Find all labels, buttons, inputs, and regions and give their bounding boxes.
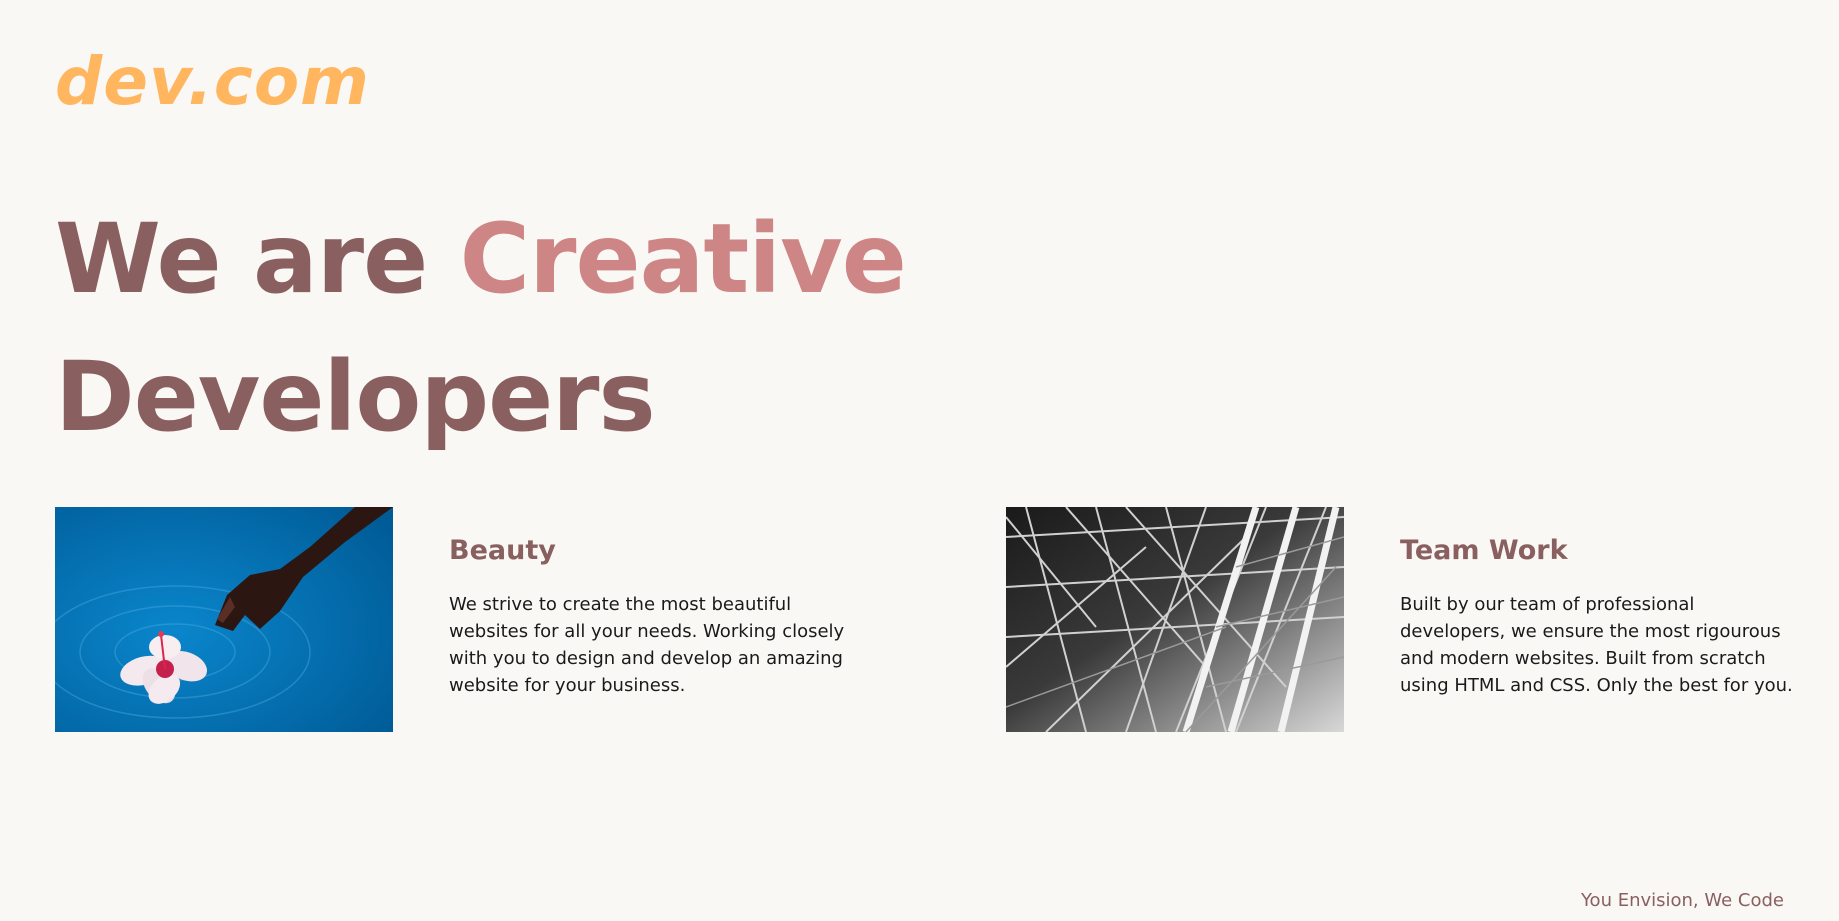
feature-text: Beauty We strive to create the most beau… <box>449 531 849 699</box>
feature-title: Team Work <box>1400 535 1568 566</box>
hero-line-1: We are Creative <box>55 190 907 328</box>
hero-line-2: Developers <box>55 341 656 453</box>
hero-prefix: We are <box>55 203 460 315</box>
footer-tagline: You Envision, We Code <box>1580 890 1784 911</box>
feature-title: Beauty <box>449 535 556 566</box>
feature-description: Built by our team of professional develo… <box>1400 594 1793 696</box>
steel-structure-photo <box>1006 507 1344 732</box>
hero-heading: We are Creative Developers <box>55 190 907 466</box>
site-logo[interactable]: dev.com <box>55 42 370 122</box>
feature-text: Team Work Built by our team of professio… <box>1400 531 1800 699</box>
hero-accent-word: Creative <box>459 203 907 315</box>
feature-description: We strive to create the most beautiful w… <box>449 594 845 696</box>
hand-flower-water-photo <box>55 507 393 732</box>
